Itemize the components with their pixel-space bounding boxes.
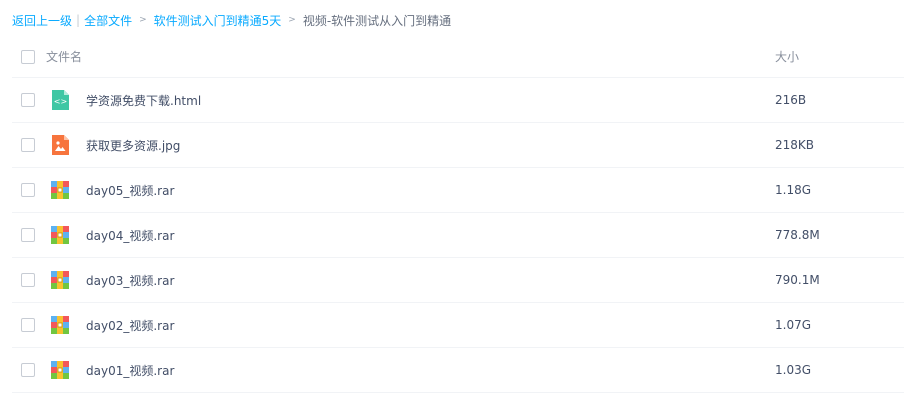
file-name[interactable]: day04_视频.rar xyxy=(86,227,174,244)
row-checkbox[interactable] xyxy=(21,183,35,197)
file-size: 1.03G xyxy=(775,363,812,377)
file-name[interactable]: day05_视频.rar xyxy=(86,182,174,199)
file-size: 218KB xyxy=(775,138,815,152)
file-name[interactable]: day01_视频.rar xyxy=(86,362,174,379)
file-list: 文件名 大小 <> 学资源免费下载.html 216B 获取更多资源.jpg 218… xyxy=(12,36,904,393)
breadcrumb-divider: | xyxy=(76,13,81,27)
parent-folder-link[interactable]: 软件测试入门到精通5天 xyxy=(154,12,282,29)
table-row[interactable]: day05_视频.rar 1.18G xyxy=(12,168,904,213)
archive-file-icon xyxy=(49,314,71,336)
column-header-size[interactable]: 大小 xyxy=(775,48,799,65)
file-name[interactable]: 学资源免费下载.html xyxy=(86,92,201,109)
back-link[interactable]: 返回上一级 xyxy=(12,12,72,29)
chevron-right-icon: > xyxy=(139,15,147,25)
breadcrumb: 返回上一级 | 全部文件 > 软件测试入门到精通5天 > 视频-软件测试从入门到… xyxy=(12,11,451,29)
table-row[interactable]: day01_视频.rar 1.03G xyxy=(12,348,904,393)
chevron-right-icon: > xyxy=(288,15,296,25)
image-file-icon xyxy=(49,134,71,156)
archive-file-icon xyxy=(49,224,71,246)
file-list-header: 文件名 大小 xyxy=(12,36,904,78)
column-header-name[interactable]: 文件名 xyxy=(46,48,82,65)
select-all-checkbox[interactable] xyxy=(21,49,35,64)
html-file-icon: <> xyxy=(49,89,71,111)
file-rows: <> 学资源免费下载.html 216B 获取更多资源.jpg 218KB day0… xyxy=(12,78,904,393)
row-checkbox[interactable] xyxy=(21,318,35,332)
table-row[interactable]: day03_视频.rar 790.1M xyxy=(12,258,904,303)
file-name[interactable]: 获取更多资源.jpg xyxy=(86,137,180,154)
row-checkbox[interactable] xyxy=(21,228,35,242)
file-size: 1.18G xyxy=(775,183,812,197)
archive-file-icon xyxy=(49,269,71,291)
file-size: 216B xyxy=(775,93,807,107)
all-files-link[interactable]: 全部文件 xyxy=(84,12,132,29)
row-checkbox[interactable] xyxy=(21,273,35,287)
row-checkbox[interactable] xyxy=(21,93,35,107)
svg-text:<>: <> xyxy=(54,97,67,106)
file-size: 790.1M xyxy=(775,273,820,287)
table-row[interactable]: day04_视频.rar 778.8M xyxy=(12,213,904,258)
current-folder: 视频-软件测试从入门到精通 xyxy=(302,13,452,28)
archive-file-icon xyxy=(49,179,71,201)
file-name[interactable]: day03_视频.rar xyxy=(86,272,174,289)
table-row[interactable]: <> 学资源免费下载.html 216B xyxy=(12,78,904,123)
file-name[interactable]: day02_视频.rar xyxy=(86,317,174,334)
file-size: 778.8M xyxy=(775,228,820,242)
archive-file-icon xyxy=(49,359,71,381)
table-row[interactable]: 获取更多资源.jpg 218KB xyxy=(12,123,904,168)
row-checkbox[interactable] xyxy=(21,363,35,377)
file-size: 1.07G xyxy=(775,318,812,332)
row-checkbox[interactable] xyxy=(21,138,35,152)
table-row[interactable]: day02_视频.rar 1.07G xyxy=(12,303,904,348)
